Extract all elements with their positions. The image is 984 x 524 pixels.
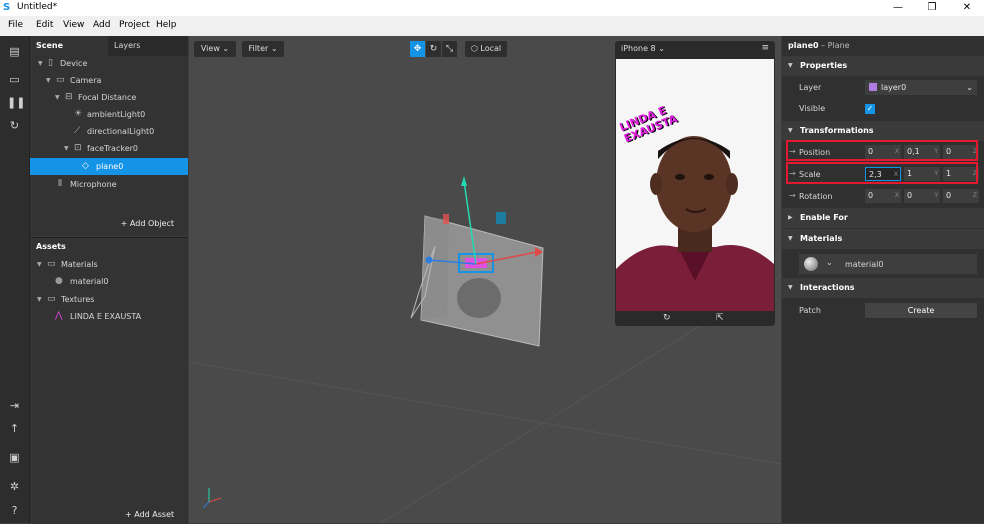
view-dropdown[interactable]: View ⌄ (194, 41, 236, 57)
chevron-down-icon: ⌄ (658, 44, 665, 53)
material-picker[interactable]: ⌄ material0 (799, 254, 977, 274)
material-row: ⌄ material0 (782, 252, 984, 274)
add-object-button[interactable]: + Add Object (121, 219, 174, 228)
asset-item-texture-linda[interactable]: ⋀ LINDA E EXAUSTA (30, 308, 188, 325)
plus-icon: + (120, 219, 130, 228)
asset-item-textures[interactable]: ▼ ▭ Textures (30, 291, 188, 308)
arrow-right-icon: → (789, 191, 796, 200)
simulator-panel: iPhone 8 ⌄ ≡ LINDA E EXAUSTA ↻ ⇱ (615, 41, 775, 326)
window-title: Untitled* (17, 2, 58, 12)
folder-icon[interactable]: ▣ (7, 450, 22, 465)
section-interactions[interactable]: ▼ Interactions (782, 278, 984, 298)
simulator-screen: LINDA E EXAUSTA (616, 59, 774, 311)
material-sphere-icon (804, 257, 818, 271)
position-highlight (786, 140, 978, 161)
rotation-row: → Rotation 0X 0Y 0Z (789, 189, 979, 203)
bug-icon[interactable]: ✲ (7, 479, 22, 494)
chevron-down-icon: ⌄ (826, 258, 833, 267)
scale-tool-icon[interactable]: ⤡ (442, 41, 457, 57)
layout-icon[interactable]: ▤ (7, 44, 22, 59)
tab-layers[interactable]: Layers (108, 36, 188, 56)
rotation-x-field[interactable]: 0X (865, 189, 901, 203)
tree-item-focal-distance[interactable]: ▼ ⊟ Focal Distance (30, 89, 188, 106)
patch-row: Patch Create (782, 301, 984, 323)
device-selector[interactable]: iPhone 8 ⌄ (621, 44, 665, 53)
assets-title: Assets (36, 242, 66, 251)
object-header: plane0 – Plane (788, 41, 850, 50)
cube-icon: ⬡ (470, 44, 478, 53)
menu-add[interactable]: Add (93, 20, 110, 30)
add-asset-button[interactable]: + Add Asset (125, 510, 174, 519)
asset-item-material0[interactable]: ● material0 (30, 273, 188, 290)
viewport[interactable]: View ⌄ Filter ⌄ ✥ ↻ ⤡ ⬡ Local iPhone 8 ⌄… (189, 36, 781, 523)
layer-color-swatch (869, 83, 877, 91)
tree-item-face-tracker[interactable]: ▼ ⊡ faceTracker0 (30, 140, 188, 157)
menu-icon[interactable]: ≡ (761, 43, 769, 53)
layer-row: Layer layer0 ⌄ (782, 78, 984, 100)
asset-item-materials[interactable]: ▼ ▭ Materials (30, 256, 188, 273)
visible-row: Visible ✓ (799, 104, 875, 114)
help-icon[interactable]: ? (7, 503, 22, 518)
simulator-footer: ↻ ⇱ (615, 311, 775, 326)
filter-dropdown[interactable]: Filter ⌄ (242, 41, 284, 57)
share-icon[interactable]: ⇱ (716, 313, 724, 323)
left-toolbar: ▤ ▭ ❚❚ ↻ ⇥ ↑ ▣ ✲ ? (0, 36, 30, 523)
maximize-icon[interactable]: ❐ (915, 0, 949, 16)
properties-panel: plane0 – Plane ▼ Properties Layer layer0 … (782, 36, 984, 523)
scene-panel: Scene Layers ▼ ▯ Device ▼ ▭ Camera ▼ ⊟ Foca… (30, 36, 188, 236)
chevron-down-icon: ⌄ (270, 44, 278, 53)
refresh-icon[interactable]: ↻ (7, 118, 22, 133)
rotate-icon[interactable]: ↻ (663, 313, 671, 323)
tree-item-device[interactable]: ▼ ▯ Device (30, 55, 188, 72)
upload-icon[interactable]: ↑ (7, 421, 22, 436)
spark-app-icon: S (3, 2, 11, 13)
menu-edit[interactable]: Edit (36, 20, 53, 30)
tree-item-directional-light[interactable]: ⟋ directionalLight0 (30, 123, 188, 140)
menu-bar: File Edit View Add Project Help (0, 16, 984, 36)
rotation-y-field[interactable]: 0Y (904, 189, 940, 203)
menu-view[interactable]: View (63, 20, 84, 30)
plus-icon: + (125, 510, 135, 519)
rotation-z-field[interactable]: 0Z (943, 189, 979, 203)
tree-item-camera[interactable]: ▼ ▭ Camera (30, 72, 188, 89)
tree-item-ambient-light[interactable]: ☀ ambientLight0 (30, 106, 188, 123)
tab-scene[interactable]: Scene (30, 36, 108, 56)
visible-checkbox[interactable]: ✓ (865, 104, 875, 114)
title-bar: S Untitled* — ❐ ✕ (0, 0, 984, 16)
layer-dropdown[interactable]: layer0 ⌄ (865, 80, 977, 95)
video-icon[interactable]: ▭ (7, 72, 22, 87)
assets-panel: Assets ▼ ▭ Materials ● material0 ▼ ▭ Textu… (30, 237, 188, 524)
pause-icon[interactable]: ❚❚ (7, 95, 25, 110)
move-tool-icon[interactable]: ✥ (410, 41, 425, 57)
section-materials[interactable]: ▼ Materials (782, 229, 984, 249)
scene-tabs: Scene Layers (30, 36, 188, 56)
chevron-down-icon: ⌄ (222, 44, 230, 53)
tree-item-plane0[interactable]: ◇ plane0 (30, 158, 188, 175)
section-properties[interactable]: ▼ Properties (782, 56, 984, 76)
close-icon[interactable]: ✕ (950, 0, 984, 16)
local-toggle[interactable]: ⬡ Local (465, 41, 507, 57)
create-patch-button[interactable]: Create (865, 303, 977, 318)
rotate-tool-icon[interactable]: ↻ (426, 41, 441, 57)
minimize-icon[interactable]: — (881, 0, 915, 16)
menu-help[interactable]: Help (156, 20, 177, 30)
device-icon[interactable]: ⇥ (7, 398, 22, 413)
menu-project[interactable]: Project (119, 20, 150, 30)
tree-item-microphone[interactable]: ⦀ Microphone (30, 176, 188, 193)
section-transformations[interactable]: ▼ Transformations (782, 121, 984, 141)
chevron-down-icon: ⌄ (966, 83, 973, 92)
menu-file[interactable]: File (8, 20, 23, 30)
section-enable-for[interactable]: ▶ Enable For (782, 208, 984, 228)
scale-highlight (786, 162, 978, 184)
